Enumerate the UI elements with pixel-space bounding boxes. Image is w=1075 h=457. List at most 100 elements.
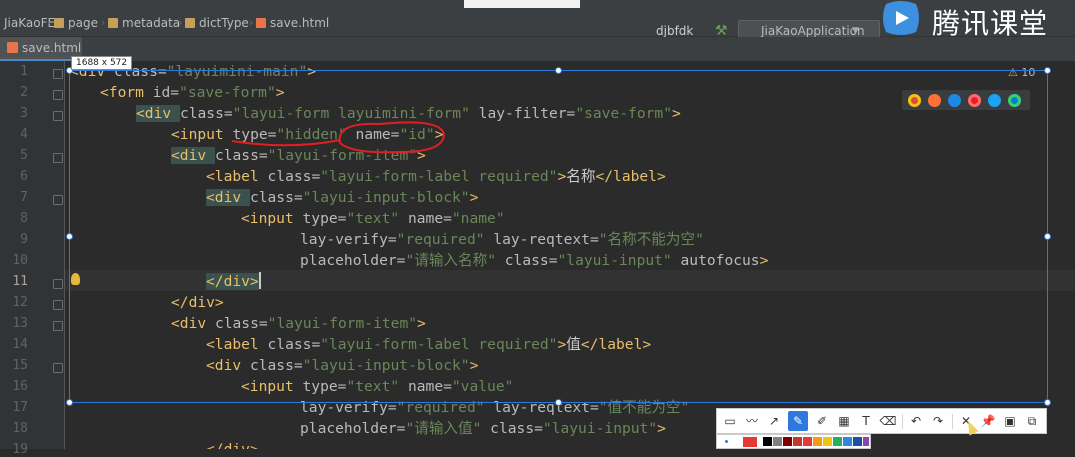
mosaic-tool-icon[interactable]: ▦	[834, 411, 854, 431]
resize-handle[interactable]	[1044, 233, 1051, 240]
redo-icon[interactable]: ↷	[928, 411, 948, 431]
color-palette	[716, 434, 871, 449]
breadcrumb-page[interactable]: page	[54, 16, 98, 30]
fold-marker-icon[interactable]	[53, 279, 63, 289]
ie-icon[interactable]	[988, 94, 1001, 107]
fold-marker-icon[interactable]	[53, 321, 63, 331]
code-line: <input type="text" name="name"	[241, 210, 505, 227]
code-line: <input type="text" name="value"	[241, 378, 514, 395]
line-number: 18	[12, 421, 28, 436]
breadcrumb-separator: ›	[47, 16, 52, 29]
text-tool-icon[interactable]: T	[856, 411, 876, 431]
pin-icon[interactable]: 📌	[978, 411, 998, 431]
resize-handle[interactable]	[555, 399, 562, 406]
line-number: 15	[12, 358, 28, 373]
color-swatch[interactable]	[833, 437, 842, 446]
code-line: </div>	[206, 439, 259, 449]
firefox-icon[interactable]	[928, 94, 941, 107]
color-swatch[interactable]	[823, 437, 832, 446]
breadcrumb-separator: ›	[101, 16, 106, 29]
code-line: <label class="layui-form-label required"…	[206, 336, 652, 353]
breadcrumb-file[interactable]: save.html	[256, 16, 329, 30]
resize-handle[interactable]	[555, 67, 562, 74]
fold-marker-icon[interactable]	[53, 90, 63, 100]
warning-icon: ⚠	[1008, 66, 1018, 79]
line-number: 12	[12, 295, 28, 310]
color-swatch[interactable]	[793, 437, 802, 446]
inspection-widget[interactable]: ⚠ 10	[1008, 66, 1035, 79]
color-swatch[interactable]	[863, 437, 869, 446]
color-swatch[interactable]	[763, 437, 772, 446]
code-line: <div class="layui-form-item">	[171, 315, 426, 332]
undo-icon[interactable]: ↶	[906, 411, 926, 431]
editor-tab-bar: save.html	[0, 37, 1075, 62]
safari-icon[interactable]	[948, 94, 961, 107]
capture-toolbar: ▭ 〰 ↗ ✎ ✐ ▦ T ⌫ ↶ ↷ ✕ 📌 ▣ ⧉	[716, 408, 1047, 434]
code-line: <div class="layui-input-block">	[206, 357, 479, 374]
copy-icon[interactable]: ⧉	[1022, 411, 1042, 431]
line-number: 5	[20, 148, 28, 163]
fold-marker-icon[interactable]	[53, 363, 63, 373]
chrome-icon[interactable]	[908, 94, 921, 107]
code-line: <input type="hidden" name="id">	[171, 126, 444, 143]
code-line: <div class="layui-input-block">	[206, 189, 479, 206]
pen-tool-icon[interactable]: ✎	[788, 411, 808, 431]
line-number-gutter[interactable]: 1 2 3 4 5 6 7 8 9 10 11 12 13 14 15 16 1…	[0, 61, 65, 457]
toolbar-divider	[952, 414, 953, 429]
color-swatch[interactable]	[773, 437, 782, 446]
overlay-window-strip	[464, 0, 580, 8]
fold-marker-icon[interactable]	[53, 111, 63, 121]
code-editor[interactable]: <div class="layuimini-main"> <form id="s…	[65, 61, 1075, 449]
line-number: 13	[12, 316, 28, 331]
color-swatch[interactable]	[843, 437, 852, 446]
code-line: <form id="save-form">	[100, 84, 285, 101]
html-file-icon	[7, 42, 18, 53]
fold-marker-icon[interactable]	[53, 195, 63, 205]
line-number-current: 11	[12, 274, 28, 289]
edge-icon[interactable]	[1008, 94, 1021, 107]
line-number: 19	[12, 442, 28, 457]
color-swatch[interactable]	[783, 437, 792, 446]
breadcrumb-dicttype[interactable]: dictType	[185, 16, 249, 30]
fold-marker-icon[interactable]	[53, 69, 63, 79]
line-number: 7	[20, 190, 28, 205]
breadcrumb-metadata[interactable]: metadata	[108, 16, 180, 30]
resize-handle[interactable]	[1044, 67, 1051, 74]
code-line: lay-verify="required" lay-reqtext="名称不能为…	[300, 231, 704, 248]
tencent-classroom-logo-icon	[883, 1, 919, 35]
resize-handle[interactable]	[66, 399, 73, 406]
marker-tool-icon[interactable]: ✐	[812, 411, 832, 431]
tab-save-html[interactable]: save.html	[0, 37, 82, 61]
line-number: 6	[20, 169, 28, 184]
intention-bulb-icon[interactable]	[71, 273, 80, 285]
capture-size-label: 1688 x 572	[71, 56, 133, 70]
html-file-icon	[256, 18, 266, 28]
folder-icon	[108, 18, 118, 28]
code-line: placeholder="请输入名称" class="layui-input" …	[300, 252, 769, 269]
watermark-logo: 腾讯课堂	[876, 0, 1075, 40]
code-line: placeholder="请输入值" class="layui-input">	[300, 420, 666, 437]
color-swatch[interactable]	[813, 437, 822, 446]
color-swatch[interactable]	[853, 437, 862, 446]
breadcrumb-separator: ›	[249, 16, 254, 29]
toolbar-divider	[902, 414, 903, 429]
line-number: 10	[12, 253, 28, 268]
polyline-tool-icon[interactable]: 〰	[742, 411, 762, 431]
text-caret	[258, 272, 261, 289]
color-swatch[interactable]	[803, 437, 812, 446]
code-line: <label class="layui-form-label required"…	[206, 168, 666, 185]
brush-size-dot[interactable]	[725, 440, 728, 443]
resize-handle[interactable]	[1044, 399, 1051, 406]
watermark-text: 腾讯课堂	[932, 7, 1049, 40]
fold-marker-icon[interactable]	[53, 153, 63, 163]
opera-icon[interactable]	[968, 94, 981, 107]
line-number: 9	[20, 232, 28, 247]
overlay-center-text: djbfdk	[656, 24, 694, 38]
eraser-tool-icon[interactable]: ⌫	[878, 411, 898, 431]
save-icon[interactable]: ▣	[1000, 411, 1020, 431]
resize-handle[interactable]	[66, 233, 73, 240]
rectangle-tool-icon[interactable]: ▭	[720, 411, 740, 431]
arrow-tool-icon[interactable]: ↗	[764, 411, 784, 431]
folder-icon	[54, 18, 64, 28]
fold-marker-icon[interactable]	[53, 300, 63, 310]
